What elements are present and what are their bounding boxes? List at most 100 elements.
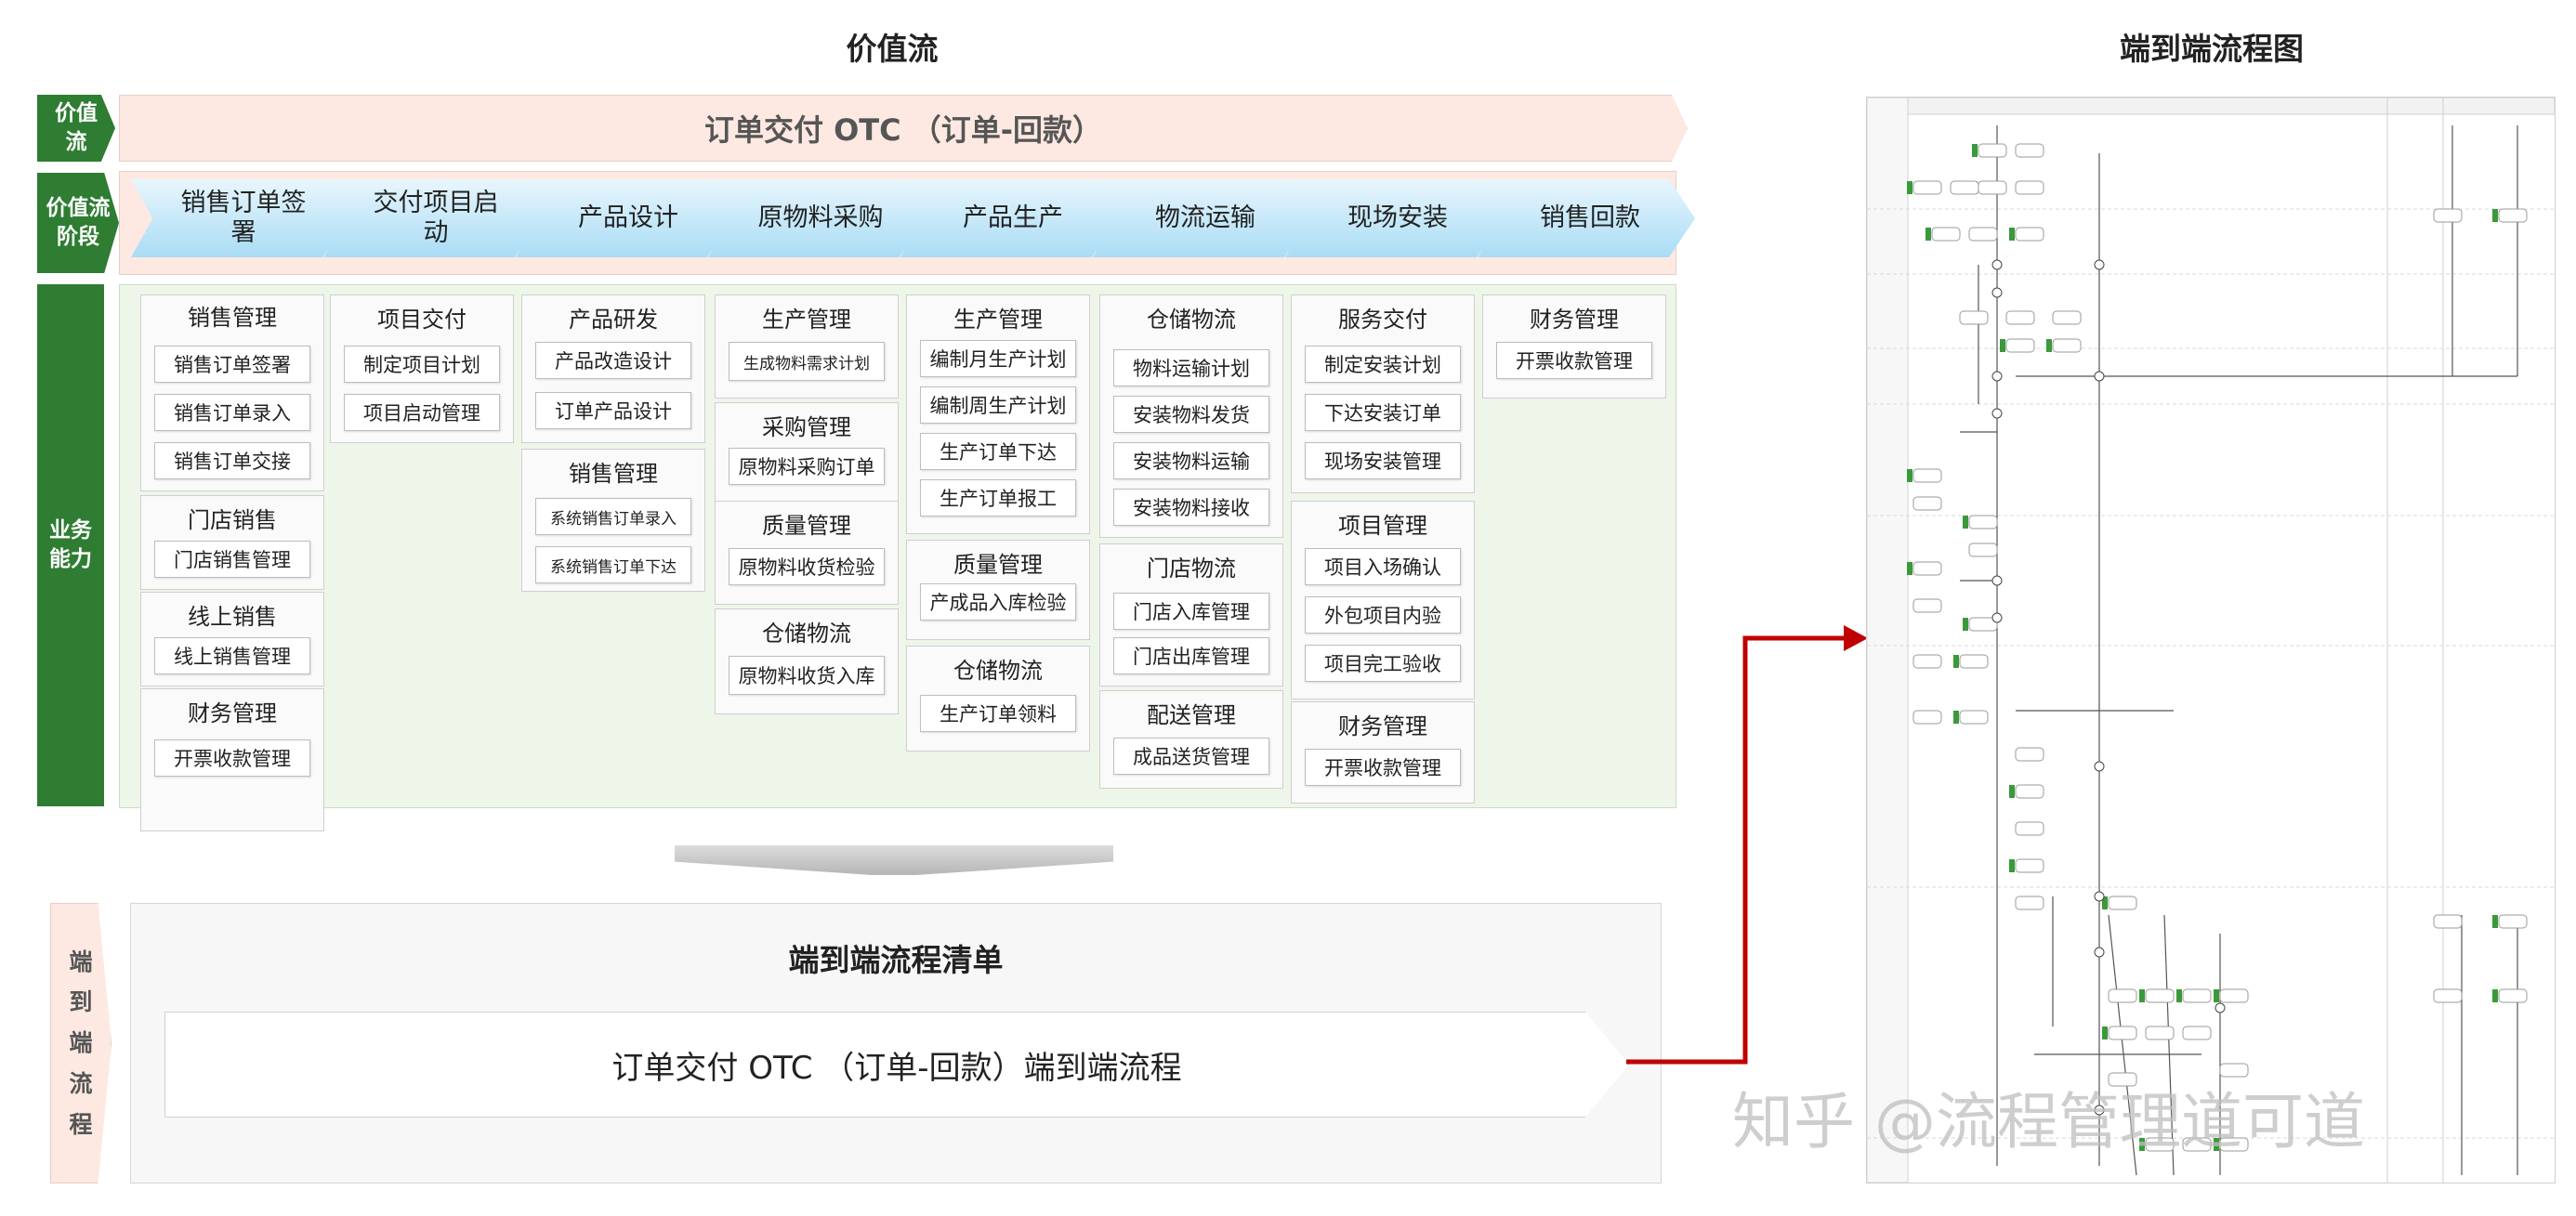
capability-item[interactable]: 开票收款管理 — [1305, 749, 1461, 786]
flow-node — [1912, 496, 1942, 511]
capability-group-title: 仓储物流 — [1147, 307, 1236, 333]
capability-item[interactable]: 门店入库管理 — [1113, 593, 1269, 630]
flow-node-tag — [1963, 516, 1968, 529]
flow-node — [2145, 1026, 2175, 1040]
flow-node-tag — [2139, 989, 2145, 1002]
e2e-side-label: 端 到 端 流 程 — [50, 903, 112, 1183]
flow-node — [2015, 784, 2044, 799]
capability-group-title: 产品研发 — [569, 307, 658, 333]
capability-item[interactable]: 门店出库管理 — [1113, 637, 1269, 674]
capability-item[interactable]: 项目启动管理 — [344, 394, 500, 431]
capability-item[interactable]: 现场安装管理 — [1305, 442, 1461, 479]
capability-group-title: 仓储物流 — [762, 621, 851, 647]
flow-node-tag — [2000, 339, 2005, 352]
flow-node — [2015, 896, 2044, 910]
flow-node-tag — [2176, 989, 2182, 1002]
capability-item[interactable]: 项目完工验收 — [1305, 645, 1461, 682]
flow-node — [1931, 227, 1961, 242]
flow-node — [1912, 710, 1942, 725]
capability-item[interactable]: 制定安装计划 — [1305, 346, 1461, 383]
capability-group-title: 生产管理 — [762, 307, 851, 333]
flow-node — [2015, 227, 2044, 242]
capability-item[interactable]: 产品改造设计 — [535, 342, 691, 379]
flow-node — [2433, 914, 2463, 929]
capability-group-title: 财务管理 — [1530, 307, 1619, 333]
flow-gateway — [1991, 371, 2003, 382]
flow-gateway — [1991, 408, 2003, 419]
flow-node — [2433, 988, 2463, 1003]
e2e-side-char: 端 — [69, 1029, 93, 1057]
capability-item[interactable]: 编制周生产计划 — [920, 386, 1076, 424]
capability-group: 生产管理生成物料需求计划 — [715, 294, 899, 399]
capability-group-title: 质量管理 — [762, 513, 851, 539]
capability-item[interactable]: 门店销售管理 — [154, 541, 310, 578]
capability-group: 门店销售 门店销售管理 — [140, 495, 324, 590]
flow-node — [1978, 143, 2007, 158]
capability-item[interactable]: 生产订单下达 — [920, 433, 1076, 470]
capability-item[interactable]: 生产订单领料 — [920, 695, 1076, 732]
flow-gateway — [1991, 259, 2003, 270]
capability-item[interactable]: 开票收款管理 — [1496, 342, 1652, 379]
capability-item[interactable]: 销售订单交接 — [154, 442, 310, 479]
capability-item[interactable]: 生成物料需求计划 — [729, 342, 885, 381]
capability-item[interactable]: 制定项目计划 — [344, 346, 500, 383]
flow-node — [1950, 180, 1979, 195]
flow-node — [2108, 988, 2137, 1003]
capability-item[interactable]: 线上销售管理 — [154, 637, 310, 674]
flow-node — [2015, 747, 2044, 762]
stage-label: 物流运输 — [1155, 203, 1255, 232]
capability-item[interactable]: 系统销售订单下达 — [535, 546, 691, 583]
capability-item[interactable]: 生产订单报工 — [920, 479, 1076, 516]
flowchart-title: 端到端流程图 — [2120, 31, 2304, 67]
flow-node — [2433, 208, 2463, 223]
flow-node — [1912, 180, 1942, 195]
capability-item[interactable]: 下达安装订单 — [1305, 394, 1461, 431]
flow-node — [1959, 710, 1989, 725]
flow-node-tag — [2492, 915, 2498, 928]
capability-item[interactable]: 系统销售订单录入 — [535, 498, 691, 535]
capability-item[interactable]: 原物料采购订单 — [729, 448, 885, 485]
capability-item[interactable]: 产成品入库检验 — [920, 583, 1076, 621]
capability-item[interactable]: 订单产品设计 — [535, 392, 691, 429]
capability-group: 质量管理 产成品入库检验 — [906, 540, 1090, 640]
flow-node — [2145, 988, 2175, 1003]
flow-node-tag — [1925, 228, 1931, 241]
capability-group-title: 项目管理 — [1338, 513, 1427, 539]
flow-node-tag — [1907, 469, 1912, 482]
stage-label: 交付项目启动 — [373, 188, 499, 247]
flow-node — [2015, 143, 2044, 158]
e2e-process-item[interactable]: 订单交付 OTC （订单-回款）端到端流程 — [164, 1012, 1629, 1118]
capability-group: 质量管理原物料收货检验 — [715, 501, 899, 605]
flow-node-tag — [2214, 989, 2219, 1002]
stage-label: 现场安装 — [1347, 203, 1448, 232]
stage-label: 原物料采购 — [757, 203, 884, 232]
capability-item[interactable]: 安装物料运输 — [1113, 442, 1269, 479]
capability-item[interactable]: 安装物料发货 — [1113, 396, 1269, 433]
stage-chevron: 物流运输 — [1093, 179, 1310, 257]
capability-item[interactable]: 编制月生产计划 — [920, 340, 1076, 377]
capability-item[interactable]: 开票收款管理 — [154, 739, 310, 777]
stage-chevron: 销售回款 — [1478, 179, 1695, 257]
capability-item[interactable]: 成品送货管理 — [1113, 738, 1269, 775]
e2e-side-char: 流 — [69, 1069, 93, 1097]
flow-gateway — [1991, 612, 2003, 623]
capability-group-title: 服务交付 — [1338, 307, 1427, 333]
stage-label: 产品生产 — [963, 203, 1063, 232]
capability-item[interactable]: 销售订单录入 — [154, 394, 310, 431]
capability-item[interactable]: 销售订单签署 — [154, 346, 310, 383]
flow-node-tag — [2009, 859, 2015, 872]
capability-item[interactable]: 原物料收货入库 — [729, 656, 885, 695]
watermark-text: 知乎 @流程管理道可道 — [1732, 1086, 2365, 1157]
capability-group-title: 线上销售 — [188, 604, 277, 630]
flow-node — [1968, 227, 1998, 242]
capability-item[interactable]: 外包项目内验 — [1305, 596, 1461, 634]
flow-node-tag — [2492, 209, 2498, 222]
e2e-panel: 端到端流程清单 订单交付 OTC （订单-回款）端到端流程 — [130, 903, 1662, 1183]
stage-label: 销售订单签署 — [180, 188, 307, 247]
capability-item[interactable]: 安装物料接收 — [1113, 489, 1269, 526]
capability-item[interactable]: 项目入场确认 — [1305, 548, 1461, 585]
flow-node — [2005, 310, 2035, 325]
capability-item[interactable]: 原物料收货检验 — [729, 548, 885, 585]
capability-group-title: 配送管理 — [1147, 702, 1236, 728]
capability-item[interactable]: 物料运输计划 — [1113, 349, 1269, 386]
